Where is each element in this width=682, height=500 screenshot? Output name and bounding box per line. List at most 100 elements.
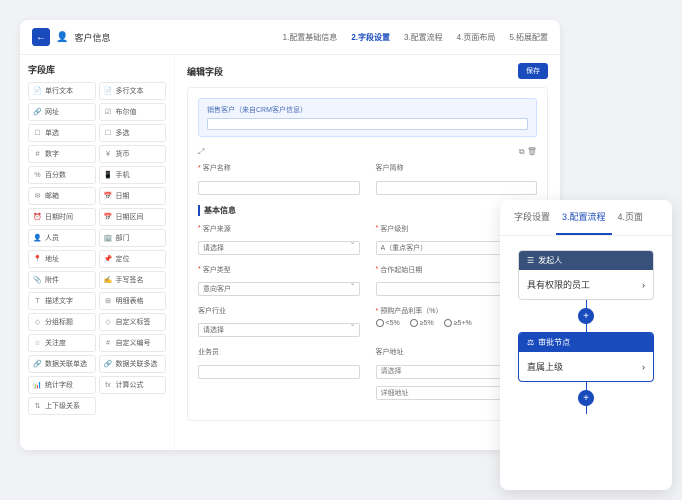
rate-opt-3[interactable]: ≥5+% (444, 319, 472, 327)
field-icon: ◇ (33, 318, 42, 326)
field-icon: 📎 (33, 276, 42, 284)
field-icon: 🏢 (104, 234, 113, 242)
step-5[interactable]: 5.拓展配置 (509, 32, 548, 43)
field-icon: 📅 (104, 213, 113, 221)
field-label: 客户行业 (198, 306, 226, 316)
field-label: 百分数 (45, 170, 66, 180)
field-label: 数据关联单选 (45, 359, 87, 369)
back-button[interactable]: ← (32, 28, 50, 46)
chevron-right-icon: › (642, 280, 645, 290)
field-type-item[interactable]: #自定义编号 (99, 334, 167, 352)
expand-icon[interactable]: ⤢ (198, 147, 204, 157)
sales-input[interactable] (198, 365, 360, 379)
float-tabs: 字段设置 3.配置流程 4.页面 (500, 200, 672, 236)
step-nav: 1.配置基础信息 2.字段设置 3.配置流程 4.页面布局 5.拓展配置 (283, 32, 548, 43)
field-label: 邮箱 (45, 191, 59, 201)
customer-name-input[interactable] (198, 181, 360, 195)
delete-icon[interactable]: 🗑 (527, 147, 537, 156)
field-icon: ☑ (104, 108, 113, 116)
field-type-item[interactable]: 👤人员 (28, 229, 96, 247)
field-icon: ✍ (104, 276, 113, 284)
field-icon: 🔗 (33, 360, 42, 368)
flow-node-approval[interactable]: ⚖审批节点 直属上级› (518, 332, 654, 382)
user-icon: 👤 (56, 32, 68, 43)
field-type-item[interactable]: 📌定位 (99, 250, 167, 268)
field-type-item[interactable]: ¥货币 (99, 145, 167, 163)
step-4[interactable]: 4.页面布局 (457, 32, 496, 43)
field-type-item[interactable]: 📅日期区间 (99, 208, 167, 226)
add-node-button[interactable]: + (578, 390, 594, 406)
field-type-item[interactable]: ✍手写签名 (99, 271, 167, 289)
field-type-item[interactable]: ⏰日期时间 (28, 208, 96, 226)
field-type-item[interactable]: 📎附件 (28, 271, 96, 289)
step-1[interactable]: 1.配置基础信息 (283, 32, 338, 43)
field-type-item[interactable]: 🔗数据关联单选 (28, 355, 96, 373)
field-type-item[interactable]: 🔗数据关联多选 (99, 355, 167, 373)
field-label: 网址 (45, 107, 59, 117)
field-label: 日期区间 (116, 212, 144, 222)
field-label: 合作起始日期 (380, 265, 422, 275)
field-type-item[interactable]: 📊统计字段 (28, 376, 96, 394)
flow-node-initiator[interactable]: ☰发起人 具有权限的员工› (518, 250, 654, 300)
field-label: 地址 (45, 254, 59, 264)
field-label: 数字 (45, 149, 59, 159)
rate-opt-2[interactable]: ≥5% (410, 319, 434, 327)
field-icon: 📅 (104, 192, 113, 200)
field-label: 客户来源 (203, 224, 231, 234)
field-label: 客户类型 (203, 265, 231, 275)
field-label: 定位 (116, 254, 130, 264)
field-icon: ☐ (104, 129, 113, 137)
field-icon: 🔗 (104, 360, 113, 368)
field-icon: ◇ (104, 318, 113, 326)
selected-field-input[interactable] (207, 118, 528, 130)
field-icon: 📌 (104, 255, 113, 263)
customer-short-input[interactable] (376, 181, 538, 195)
save-button[interactable]: 保存 (518, 63, 548, 79)
page-title: 客户信息 (74, 31, 110, 44)
field-type-item[interactable]: 📄单行文本 (28, 82, 96, 100)
field-label: 附件 (45, 275, 59, 285)
content-title: 编辑字段 (187, 65, 223, 78)
field-label: 客户简称 (376, 163, 404, 173)
field-type-item[interactable]: 📅日期 (99, 187, 167, 205)
rate-opt-1[interactable]: <5% (376, 319, 400, 327)
field-type-item[interactable]: 🔗网址 (28, 103, 96, 121)
field-type-item[interactable]: ◇分组标题 (28, 313, 96, 331)
industry-select[interactable] (198, 323, 360, 337)
field-label: 日期时间 (45, 212, 73, 222)
field-type-item[interactable]: ☐单选 (28, 124, 96, 142)
field-type-item[interactable]: ☆关注度 (28, 334, 96, 352)
step-3[interactable]: 3.配置流程 (404, 32, 443, 43)
workflow-panel: 字段设置 3.配置流程 4.页面 ☰发起人 具有权限的员工› + ⚖审批节点 直… (500, 200, 672, 490)
field-type-item[interactable]: ☐多选 (99, 124, 167, 142)
step-2[interactable]: 2.字段设置 (351, 32, 390, 43)
copy-icon[interactable]: ⧉ (519, 147, 525, 156)
float-tab-page[interactable]: 4.页面 (612, 200, 650, 235)
field-type-item[interactable]: %百分数 (28, 166, 96, 184)
field-icon: 📄 (33, 87, 42, 95)
field-type-item[interactable]: T描述文字 (28, 292, 96, 310)
field-type-item[interactable]: ☑布尔值 (99, 103, 167, 121)
type-select[interactable] (198, 282, 360, 296)
source-select[interactable] (198, 241, 360, 255)
field-type-item[interactable]: #数字 (28, 145, 96, 163)
field-type-item[interactable]: 📄多行文本 (99, 82, 167, 100)
section-title: 基本信息 (198, 205, 537, 216)
field-type-item[interactable]: ✉邮箱 (28, 187, 96, 205)
field-type-item[interactable]: fx计算公式 (99, 376, 167, 394)
field-type-item[interactable]: 📱手机 (99, 166, 167, 184)
field-type-item[interactable]: 🏢部门 (99, 229, 167, 247)
add-node-button[interactable]: + (578, 308, 594, 324)
selected-field[interactable]: 销售客户（来自CRM客户信息） (198, 98, 537, 137)
field-type-item[interactable]: ⊞明细表格 (99, 292, 167, 310)
field-label: 多选 (116, 128, 130, 138)
field-type-item[interactable]: 📍地址 (28, 250, 96, 268)
field-label: 关注度 (45, 338, 66, 348)
approval-icon: ⚖ (527, 338, 534, 347)
float-tab-flow[interactable]: 3.配置流程 (556, 200, 612, 235)
field-icon: 📍 (33, 255, 42, 263)
field-icon: 📄 (104, 87, 113, 95)
float-tab-fields[interactable]: 字段设置 (508, 200, 556, 235)
field-type-item[interactable]: ⇅上下级关系 (28, 397, 96, 415)
field-type-item[interactable]: ◇自定义标签 (99, 313, 167, 331)
